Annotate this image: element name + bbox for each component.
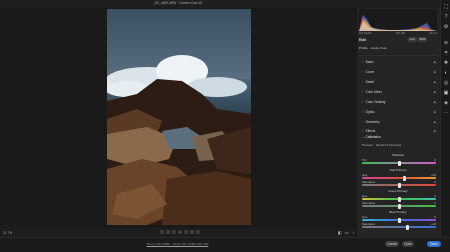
section-curve[interactable]: Curve ◉ xyxy=(362,69,436,75)
divider xyxy=(359,55,437,56)
blue-sat-slider[interactable] xyxy=(362,224,436,230)
histogram-exposure: f/11 1/160s xyxy=(359,32,372,35)
section-label: Detail xyxy=(362,80,374,84)
profile-row[interactable]: Profile Adobe Color xyxy=(359,46,437,50)
profile-label: Profile xyxy=(359,46,368,50)
section-label: Effects xyxy=(362,129,376,133)
done-button[interactable]: Done xyxy=(427,241,441,247)
cancel-button[interactable]: Cancel xyxy=(385,241,399,247)
calibration-title: Calibration xyxy=(365,135,381,139)
section-effects[interactable]: Effects ◉ xyxy=(362,128,436,134)
view-controls: ◧ ▭ ⇔ xyxy=(338,230,356,235)
filmstrip[interactable] xyxy=(160,230,200,234)
before-after-icon[interactable]: ⇔ xyxy=(352,230,356,235)
toggle-view-icon[interactable]: ▭ xyxy=(345,230,349,235)
file-info-link[interactable]: Sony ILCE-7RM4 · 24mm f/11 1/160s ISO 10… xyxy=(0,242,355,246)
section-label: Optics xyxy=(362,110,375,114)
section-label: Color Mixer xyxy=(362,90,382,94)
visibility-icon[interactable]: ◉ xyxy=(433,70,436,74)
visibility-icon[interactable]: ◉ xyxy=(433,110,436,114)
fullscreen-icon[interactable]: ⛶ xyxy=(443,4,449,10)
visibility-icon[interactable]: ◉ xyxy=(433,100,436,104)
slider-thumb[interactable] xyxy=(397,160,401,166)
red-primary-heading: Red Primary xyxy=(389,168,407,172)
edit-icon[interactable]: ≋ xyxy=(443,40,449,46)
tool-strip: ⛶ ? ⚙ ≋ ⌗ ✚ ◐ ◎ ▣ ◈ ⋯ xyxy=(440,0,450,237)
filmstrip-thumb[interactable] xyxy=(184,230,188,234)
slider-thumb[interactable] xyxy=(406,224,410,230)
settings-icon[interactable]: ⚙ xyxy=(443,24,449,30)
green-primary-heading: Green Primary xyxy=(388,189,408,193)
shadows-tint-slider[interactable] xyxy=(362,160,436,166)
section-label: Curve xyxy=(362,70,375,74)
more-icon[interactable]: ⋯ xyxy=(443,110,449,116)
profile-select[interactable]: Adobe Color xyxy=(371,46,388,50)
histogram-iso: ISO 100 xyxy=(395,32,406,35)
blue-primary-heading: Blue Primary xyxy=(389,210,407,214)
shadows-heading: Shadows xyxy=(391,153,405,157)
section-detail[interactable]: Detail ◉ xyxy=(362,79,436,85)
section-label: Basic xyxy=(362,60,374,64)
section-basic[interactable]: Basic ◉ xyxy=(362,59,436,65)
visibility-icon[interactable]: ◉ xyxy=(433,129,436,133)
edit-mode-buttons: Auto B&W xyxy=(408,37,428,42)
filmstrip-thumb[interactable] xyxy=(160,230,164,234)
slider-thumb[interactable] xyxy=(397,203,401,209)
slider-thumb[interactable] xyxy=(397,217,401,223)
histogram-info: f/11 1/160s ISO 100 24 mm xyxy=(359,32,437,35)
section-label: Geometry xyxy=(362,120,380,124)
auto-button[interactable]: Auto xyxy=(408,37,417,42)
crop-icon[interactable]: ⌗ xyxy=(443,50,449,56)
zoom-level[interactable]: 21.7% xyxy=(3,231,12,235)
green-sat-slider[interactable] xyxy=(362,203,436,209)
section-label: Color Grading xyxy=(362,100,386,104)
filmstrip-thumb[interactable] xyxy=(190,230,194,234)
heal-icon[interactable]: ✚ xyxy=(443,60,449,66)
filmstrip-thumb[interactable] xyxy=(172,230,176,234)
visibility-icon[interactable]: ◉ xyxy=(433,120,436,124)
mask-icon[interactable]: ◐ xyxy=(443,70,449,76)
open-button[interactable]: Open xyxy=(402,241,414,247)
section-calibration[interactable]: ⌄ Calibration xyxy=(362,135,381,139)
section-optics[interactable]: Optics ◉ xyxy=(362,109,436,115)
visibility-icon[interactable]: ◉ xyxy=(433,80,436,84)
window-title: _DK_4485.ARW · Camera Raw 15 xyxy=(152,1,203,5)
help-icon[interactable]: ? xyxy=(443,14,449,20)
section-color-mixer[interactable]: Color Mixer ◉ xyxy=(362,89,436,95)
redeye-icon[interactable]: ◎ xyxy=(443,80,449,86)
filmstrip-thumb[interactable] xyxy=(196,230,200,234)
slider-thumb[interactable] xyxy=(403,175,407,181)
presets-icon[interactable]: ◈ xyxy=(443,100,449,106)
snapshot-icon[interactable]: ▣ xyxy=(443,90,449,96)
red-hue-slider[interactable] xyxy=(362,175,436,181)
visibility-icon[interactable]: ◉ xyxy=(433,90,436,94)
red-sat-slider[interactable] xyxy=(362,182,436,188)
filmstrip-thumb[interactable] xyxy=(178,230,182,234)
edit-heading: Edit xyxy=(359,38,366,42)
slider-thumb[interactable] xyxy=(397,182,401,188)
process-select[interactable]: Version 6 (Current) xyxy=(376,143,401,147)
histogram xyxy=(359,9,437,31)
process-row[interactable]: Process Version 6 (Current) xyxy=(362,143,401,147)
filmstrip-thumb[interactable] xyxy=(166,230,170,234)
bw-button[interactable]: B&W xyxy=(418,37,428,42)
section-geometry[interactable]: Geometry ◉ xyxy=(362,119,436,125)
slider-thumb[interactable] xyxy=(397,196,401,202)
photo-preview[interactable] xyxy=(107,9,251,225)
process-label: Process xyxy=(362,143,373,147)
compare-view-icon[interactable]: ◧ xyxy=(338,230,342,235)
visibility-icon[interactable]: ◉ xyxy=(433,60,436,64)
green-hue-slider[interactable] xyxy=(362,196,436,202)
section-color-grading[interactable]: Color Grading ◉ xyxy=(362,99,436,105)
histogram-focal: 24 mm xyxy=(429,32,437,35)
blue-hue-slider[interactable] xyxy=(362,217,436,223)
